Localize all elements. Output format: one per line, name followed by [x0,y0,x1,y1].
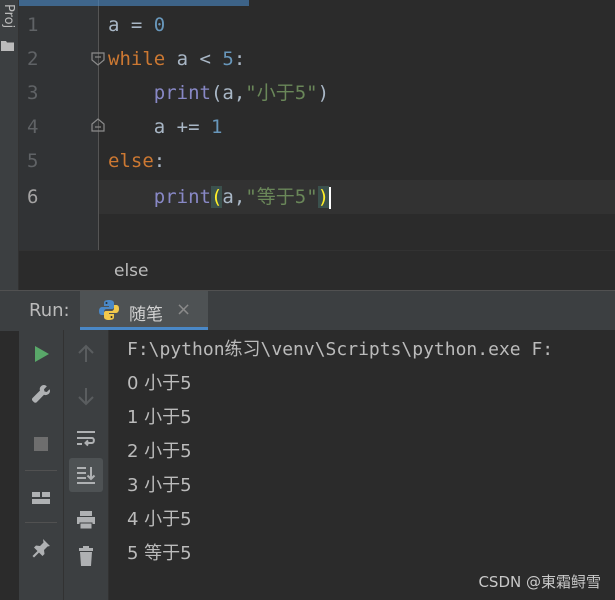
code-token: ) [317,186,330,208]
code-token: ) [317,82,330,104]
console-line: 1 小于5 [127,407,192,428]
watermark: CSDN @東霜鲟雪 [478,573,601,591]
code-token: 5 [222,48,234,70]
run-tab-label: 随笔 [129,305,163,325]
fold-collapse-icon[interactable] [91,52,105,66]
trash-icon[interactable] [74,544,98,568]
run-panel-label: Run: [29,300,70,321]
breadcrumb-bar: else [19,250,615,291]
code-token: (a, [210,82,246,104]
code-token: a < [165,48,223,70]
code-token: "等于5" [245,186,318,208]
code-line[interactable]: a += 1 [108,110,223,144]
code-token: print [153,186,211,208]
code-token: else [108,150,154,172]
run-toolbar-primary [19,330,64,600]
code-token: while [108,48,166,70]
console-line: 0 小于5 [127,373,192,394]
arrow-up-icon[interactable] [74,342,98,366]
rerun-play-icon[interactable] [29,342,53,366]
toolbar-separator [25,470,57,471]
soft-wrap-icon[interactable] [74,426,98,450]
line-number-current: 6 [27,186,39,208]
console-output[interactable]: F:\python练习\venv\Scripts\python.exe F: 0… [109,330,615,600]
layout-icon[interactable] [29,486,53,510]
scroll-to-end-icon[interactable] [74,463,98,487]
code-line[interactable]: print(a,"小于5") [108,76,329,110]
arrow-down-icon[interactable] [74,384,98,408]
run-toolbar-secondary [64,330,109,600]
line-number: 1 [27,14,39,36]
line-number: 2 [27,48,39,70]
code-token: a += [108,116,211,138]
editor-tab-indicator [19,0,249,6]
breadcrumb[interactable]: else [114,261,149,281]
code-token: a = [108,14,154,36]
code-token: : [233,48,246,70]
stop-icon[interactable] [29,432,53,456]
code-token: "小于5" [245,82,318,104]
code-token: a, [222,186,246,208]
code-line[interactable]: a = 0 [108,8,165,42]
line-number: 3 [27,82,39,104]
code-token: ( [210,186,223,208]
run-config-tab[interactable]: 随笔 × [80,291,208,329]
line-number: 4 [27,116,39,138]
console-line: 4 小于5 [127,509,192,530]
fold-end-icon[interactable] [91,118,105,132]
python-icon [99,300,119,320]
code-token: : [153,150,166,172]
wrench-icon[interactable] [29,382,53,406]
code-token: 0 [153,14,166,36]
console-line: 5 等于5 [127,543,192,564]
code-token: print [153,82,211,104]
project-tab[interactable]: Proj [1,4,16,28]
close-icon[interactable]: × [176,299,191,320]
text-caret [329,186,332,209]
code-line[interactable]: while a < 5: [108,42,245,76]
code-token: 1 [210,116,223,138]
code-line-current[interactable]: print(a,"等于5") [108,180,332,214]
project-tool-strip: Proj [0,0,19,298]
console-line: 3 小于5 [127,475,192,496]
console-line: 2 小于5 [127,441,192,462]
line-number: 5 [27,150,39,172]
code-line[interactable]: else: [108,144,165,178]
folder-icon [1,41,14,51]
console-line: F:\python练习\venv\Scripts\python.exe F: [127,339,554,360]
pin-icon[interactable] [29,536,53,560]
code-editor[interactable]: 1 2 3 4 5 6 a = 0 while a < 5: print(a,"… [19,0,615,250]
run-panel-header: Run: 随笔 × [0,290,615,331]
print-icon[interactable] [74,508,98,532]
toolbar-separator [25,522,57,523]
